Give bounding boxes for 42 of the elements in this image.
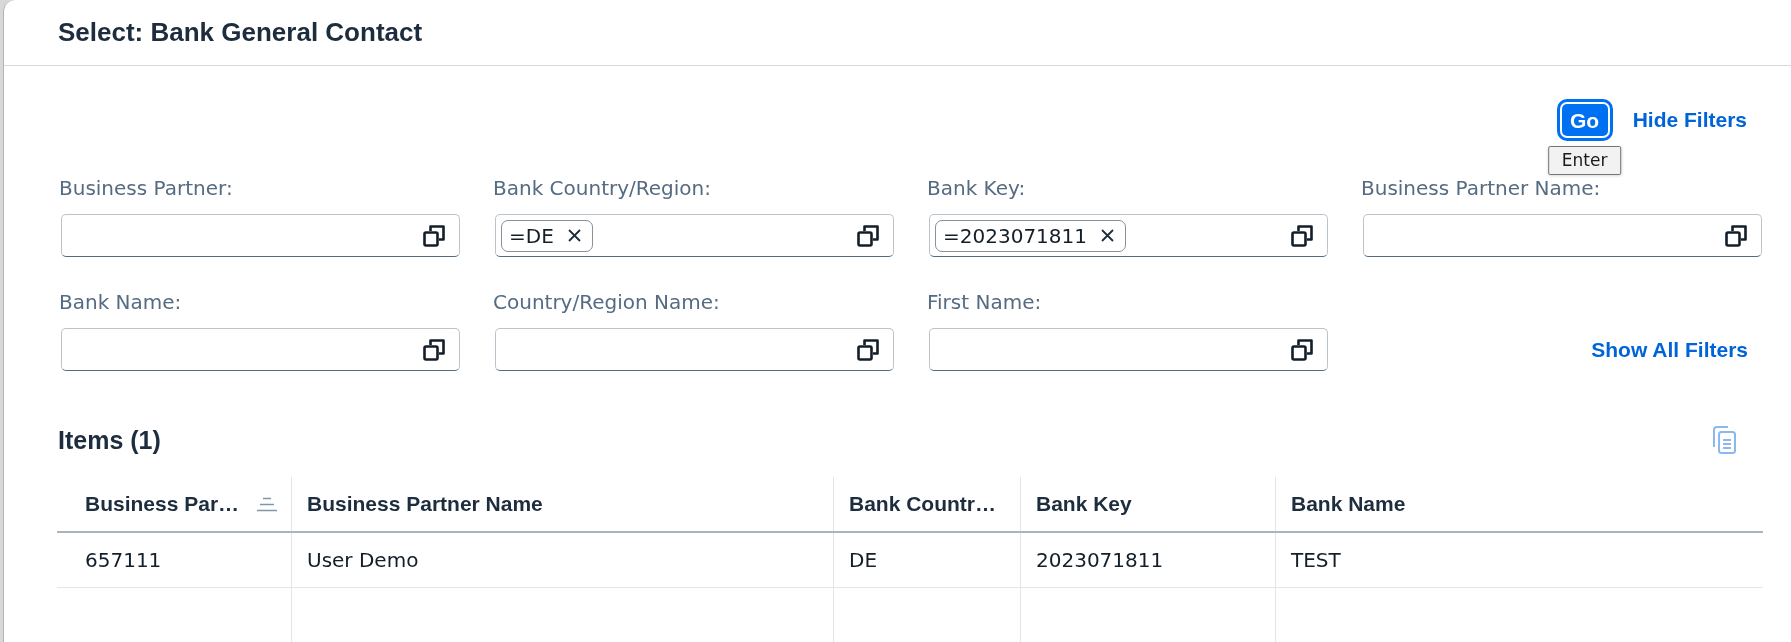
overlapping-squares-icon[interactable] [1725,224,1747,247]
input-field[interactable]: =DE [495,214,894,257]
input-field[interactable] [929,328,1328,371]
field-label: Bank Key: [927,176,1026,200]
close-icon[interactable] [1101,229,1114,242]
input-field[interactable]: =2023071811 [929,214,1328,257]
overlapping-squares-icon[interactable] [857,338,879,361]
overlapping-squares-icon[interactable] [423,224,445,247]
token[interactable]: =2023071811 [935,219,1126,252]
overlapping-squares-icon[interactable] [1291,338,1313,361]
column-header[interactable]: Business Par… [57,477,292,531]
sort-icon[interactable] [257,496,278,512]
column-header[interactable]: Business Partner Name [292,477,834,531]
field-label: First Name: [927,290,1042,314]
column-header[interactable]: Bank Name [1276,477,1763,531]
overlapping-squares-icon[interactable] [423,338,445,361]
hide-filters-link[interactable]: Hide Filters [1632,108,1747,132]
table-cell: 2023071811 [1021,533,1276,587]
field-label: Country/Region Name: [493,290,720,314]
input-field[interactable] [61,214,460,257]
field-label: Bank Country/Region: [493,176,711,200]
input-field[interactable] [1363,214,1762,257]
field-label: Business Partner: [59,176,233,200]
dialog-title: Select: Bank General Contact [58,17,423,48]
close-icon[interactable] [567,229,581,242]
token[interactable]: =DE [501,219,593,252]
input-field[interactable] [495,328,894,371]
table-cell: DE [834,533,1021,587]
tooltip: Enter [1547,146,1622,175]
table-title: Items (1) [58,425,161,455]
table-cell: 657111 [57,533,292,587]
overlapping-squares-icon[interactable] [857,224,879,247]
overlapping-squares-icon[interactable] [1291,224,1313,247]
input-field[interactable] [61,328,460,371]
table-cell: User Demo [292,533,834,587]
field-label: Bank Name: [59,290,182,314]
field-label: Business Partner Name: [1361,176,1601,200]
go-button[interactable]: Go [1556,99,1613,141]
column-header[interactable]: Bank Key [1021,477,1276,531]
show-all-filters-link[interactable]: Show All Filters [1591,337,1748,362]
table-cell-text: TEST [1290,547,1342,574]
column-header[interactable]: Bank Countr… [834,477,1021,531]
